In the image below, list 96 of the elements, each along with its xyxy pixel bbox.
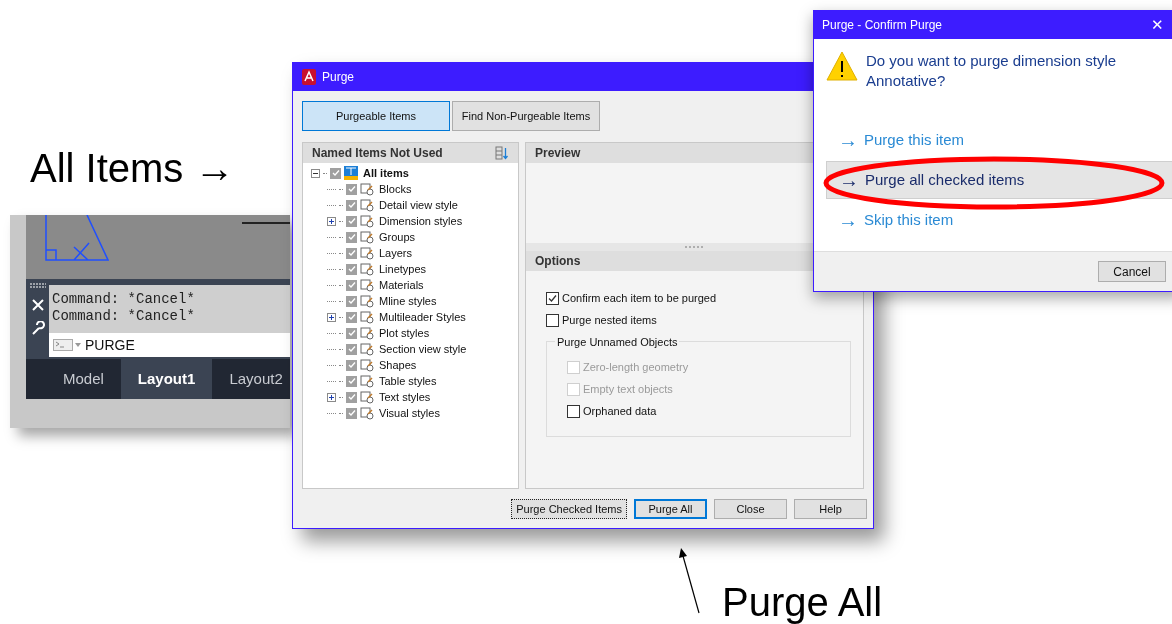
command-label: Skip this item — [864, 209, 954, 230]
checkbox[interactable] — [567, 404, 580, 418]
checkbox[interactable] — [346, 199, 357, 211]
window-title: Purge — [322, 69, 355, 86]
app-icon — [302, 69, 316, 85]
expand-icon[interactable] — [327, 392, 336, 402]
checkbox[interactable] — [346, 407, 357, 419]
checkbox[interactable] — [346, 279, 357, 291]
command-label: Purge this item — [864, 129, 965, 150]
dialog-button[interactable]: Purge All — [634, 499, 707, 519]
tree-item-label[interactable]: All items — [363, 164, 409, 182]
style-icon — [360, 182, 374, 196]
triangle-drawing — [45, 215, 109, 262]
tree-item-label[interactable]: Linetypes — [379, 260, 427, 278]
checkbox[interactable] — [346, 391, 357, 403]
tree-item-label[interactable]: Visual styles — [379, 404, 440, 422]
tree-item-label[interactable]: Table styles — [379, 372, 437, 390]
checkbox[interactable] — [546, 291, 559, 305]
style-icon — [360, 342, 374, 356]
option-label: Zero-length geometry — [583, 359, 689, 375]
expand-icon[interactable] — [327, 216, 336, 226]
tree-item-label[interactable]: Dimension styles — [379, 212, 463, 230]
annotation-label: Purge All — [722, 582, 883, 622]
arrow-icon: → — [839, 170, 859, 190]
annotation-label: All Items → — [30, 148, 235, 188]
layout-tab[interactable]: Model — [46, 359, 121, 399]
checkbox[interactable] — [346, 183, 357, 195]
checkbox[interactable] — [346, 327, 357, 339]
checkbox[interactable] — [330, 167, 341, 179]
checkbox[interactable] — [346, 295, 357, 307]
checkbox[interactable] — [346, 311, 357, 323]
expand-icon[interactable] — [327, 312, 336, 322]
style-icon — [360, 406, 374, 420]
prompt-icon — [53, 339, 81, 351]
cancel-button[interactable]: Cancel — [1098, 261, 1166, 282]
style-icon — [360, 390, 374, 404]
tree-item-label[interactable]: Materials — [379, 276, 424, 294]
collapse-icon[interactable] — [311, 168, 320, 178]
option-label: Purge nested items — [562, 312, 657, 328]
style-icon — [360, 262, 374, 276]
style-icon — [360, 246, 374, 260]
dialog-button[interactable]: Close — [714, 499, 787, 519]
close-button[interactable]: ✕ — [1151, 13, 1164, 37]
style-icon — [360, 358, 374, 372]
command-label: Purge all checked items — [865, 169, 1025, 190]
dialog-button[interactable]: Purge Checked Items — [511, 499, 627, 519]
checkbox[interactable] — [346, 375, 357, 387]
warning-icon — [826, 51, 858, 81]
option-label: Confirm each item to be purged — [562, 290, 717, 306]
history-line: Command: *Cancel* — [52, 291, 196, 308]
drawing-line — [242, 222, 290, 224]
tree-item-label[interactable]: Blocks — [379, 180, 412, 198]
style-icon — [360, 230, 374, 244]
tree-item-label[interactable]: Text styles — [379, 388, 431, 406]
tree-item-label[interactable]: Mline styles — [379, 292, 437, 310]
checkbox[interactable] — [346, 215, 357, 227]
option-label: Empty text objects — [583, 381, 673, 397]
checkbox[interactable] — [346, 247, 357, 259]
tree-item-label[interactable]: Detail view style — [379, 196, 458, 214]
style-icon — [360, 326, 374, 340]
checkbox[interactable] — [346, 263, 357, 275]
tree-item-label[interactable]: Layers — [379, 244, 413, 262]
tree-item-label[interactable]: Section view style — [379, 340, 467, 358]
tree-item-label[interactable]: Plot styles — [379, 324, 430, 342]
mode-tab[interactable]: Find Non-Purgeable Items — [452, 101, 600, 131]
option-label: Orphaned data — [583, 403, 657, 419]
tree-item-label[interactable]: Shapes — [379, 356, 417, 374]
style-icon — [360, 374, 374, 388]
command-link[interactable]: → Skip this item — [826, 201, 1172, 239]
style-icon — [360, 278, 374, 292]
history-line: Command: *Cancel* — [52, 308, 196, 325]
style-icon — [360, 198, 374, 212]
arrow-icon: → — [838, 210, 858, 230]
checkbox[interactable] — [346, 231, 357, 243]
confirm-message: Do you want to purge dimension style Annotative? — [866, 51, 1118, 91]
checkbox[interactable] — [346, 359, 357, 371]
close-icon[interactable] — [31, 299, 44, 311]
command-input[interactable]: PURGE — [49, 333, 290, 357]
panel-header: Named Items Not Used — [312, 145, 443, 162]
checkbox[interactable] — [546, 313, 559, 327]
pointer-arrow — [677, 548, 701, 614]
window-title: Purge - Confirm Purge — [822, 17, 943, 34]
sort-icon[interactable] — [495, 146, 509, 160]
style-icon — [360, 294, 374, 308]
style-icon — [360, 214, 374, 228]
checkbox[interactable] — [346, 343, 357, 355]
tree-item-label[interactable]: Multileader Styles — [379, 308, 466, 326]
tree-item-label[interactable]: Groups — [379, 228, 416, 246]
mode-tab[interactable]: Purgeable Items — [302, 101, 450, 131]
drawing-icon — [344, 166, 358, 180]
command-text: PURGE — [85, 335, 135, 355]
wrench-icon[interactable] — [30, 321, 45, 335]
style-icon — [360, 310, 374, 324]
layout-tab[interactable]: Layout1 — [120, 359, 213, 399]
dialog-button[interactable]: Help — [794, 499, 867, 519]
grip-icon[interactable] — [28, 283, 47, 289]
